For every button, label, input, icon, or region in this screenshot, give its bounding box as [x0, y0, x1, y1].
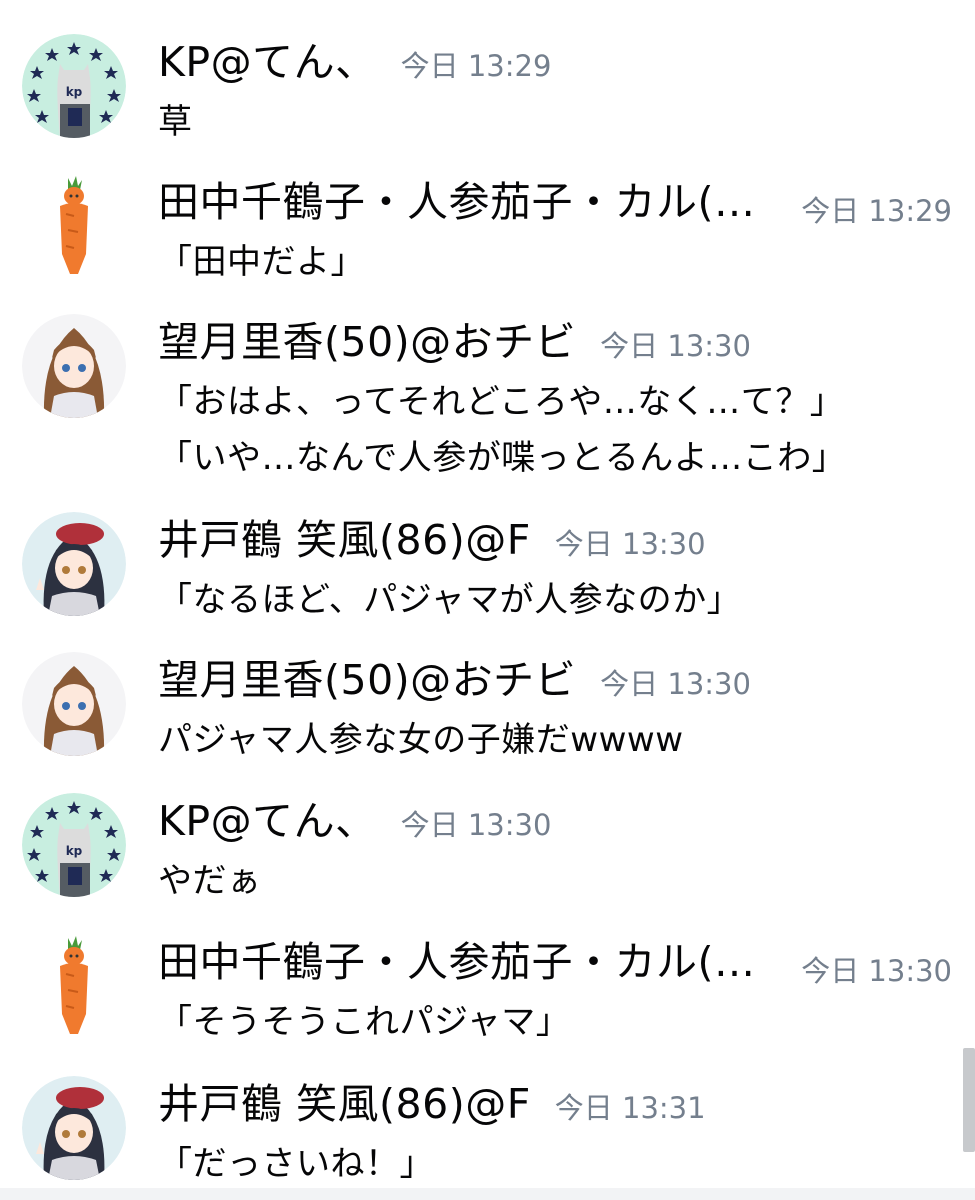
- author-name[interactable]: 望月里香(50)@おチビ: [158, 314, 576, 370]
- timestamp: 今日 13:30: [600, 667, 751, 701]
- beret-girl-avatar-icon: [22, 1076, 126, 1180]
- brown-hair-avatar[interactable]: [22, 652, 126, 756]
- message-text: 「おはよ、ってそれどころや…なく…て？」: [158, 382, 845, 422]
- carrot-avatar-icon: [22, 934, 126, 1038]
- message-text: 「だっさいね！」: [158, 1144, 434, 1184]
- message-header: KP@てん、 今日 13:30: [158, 793, 960, 853]
- carrot-avatar[interactable]: [22, 934, 126, 1038]
- message-text: 草: [158, 102, 193, 142]
- message-header: 井戸鶴 笑風(86)@F 今日 13:30: [158, 512, 960, 572]
- message-content: 「田中だよ」: [158, 234, 960, 290]
- message-header: 望月里香(50)@おチビ 今日 13:30: [158, 314, 960, 374]
- message-text: 「田中だよ」: [158, 242, 365, 282]
- message-content: やだぁ: [158, 853, 960, 909]
- message-content: パジャマ人参な女の子嫌だwwww: [158, 712, 960, 768]
- carrot-avatar-icon: [22, 174, 126, 278]
- message-text: やだぁ: [158, 861, 262, 901]
- author-name[interactable]: KP@てん、: [158, 34, 377, 90]
- author-name[interactable]: 井戸鶴 笑風(86)@F: [158, 512, 531, 568]
- kp-avatar[interactable]: kp: [22, 34, 126, 138]
- message-content: 「そうそうこれパジャマ」: [158, 994, 960, 1050]
- timestamp: 今日 13:31: [554, 1091, 706, 1125]
- brown-hair-avatar[interactable]: [22, 314, 126, 418]
- brown-hair-avatar-icon: [22, 314, 126, 418]
- message-content: 「なるほど、パジャマが人参なのか」: [158, 572, 960, 628]
- beret-girl-avatar-icon: [22, 512, 126, 616]
- svg-text:kp: kp: [66, 85, 83, 99]
- beret-girl-avatar[interactable]: [22, 512, 126, 616]
- author-name[interactable]: 井戸鶴 笑風(86)@F: [158, 1076, 531, 1132]
- message-text: 「いや…なんで人参が喋っとるんよ…こわ」: [158, 438, 847, 478]
- message-header: 田中千鶴子・人参茄子・カル(… 今日 13:30: [158, 934, 960, 994]
- carrot-avatar[interactable]: [22, 174, 126, 278]
- author-name[interactable]: 田中千鶴子・人参茄子・カル(…: [158, 934, 756, 990]
- brown-hair-avatar-icon: [22, 652, 126, 756]
- timestamp: 今日 13:30: [801, 954, 952, 988]
- message-list[interactable]: kp KP@てん、 今日 13:29 草 田中千鶴子・人参茄子・カル(… 今日 1: [0, 0, 975, 1200]
- author-name[interactable]: 望月里香(50)@おチビ: [158, 652, 576, 708]
- message-text: 「なるほど、パジャマが人参なのか」: [158, 580, 742, 620]
- message-header: KP@てん、 今日 13:29: [158, 34, 960, 94]
- timestamp: 今日 13:30: [400, 808, 552, 842]
- message-header: 田中千鶴子・人参茄子・カル(… 今日 13:29: [158, 174, 960, 234]
- message-content: 「だっさいね！」: [158, 1136, 960, 1192]
- svg-text:kp: kp: [66, 844, 83, 858]
- message-header: 井戸鶴 笑風(86)@F 今日 13:31: [158, 1076, 960, 1136]
- beret-girl-avatar[interactable]: [22, 1076, 126, 1180]
- kp-avatar-icon: kp: [22, 34, 126, 138]
- message-content: 草: [158, 94, 960, 150]
- message-header: 望月里香(50)@おチビ 今日 13:30: [158, 652, 960, 712]
- author-name[interactable]: KP@てん、: [158, 793, 377, 849]
- bottom-edge: [0, 1188, 975, 1200]
- author-name[interactable]: 田中千鶴子・人参茄子・カル(…: [158, 174, 756, 230]
- message-text: パジャマ人参な女の子嫌だwwww: [158, 720, 684, 760]
- kp-avatar-icon: kp: [22, 793, 126, 897]
- timestamp: 今日 13:30: [600, 329, 751, 363]
- timestamp: 今日 13:30: [554, 527, 706, 561]
- timestamp: 今日 13:29: [801, 194, 952, 228]
- timestamp: 今日 13:29: [400, 49, 552, 83]
- message-content: 「おはよ、ってそれどころや…なく…て？」 「いや…なんで人参が喋っとるんよ…こわ…: [158, 374, 960, 486]
- kp-avatar[interactable]: kp: [22, 793, 126, 897]
- scrollbar-thumb[interactable]: [963, 1048, 975, 1152]
- message-text: 「そうそうこれパジャマ」: [158, 1002, 571, 1042]
